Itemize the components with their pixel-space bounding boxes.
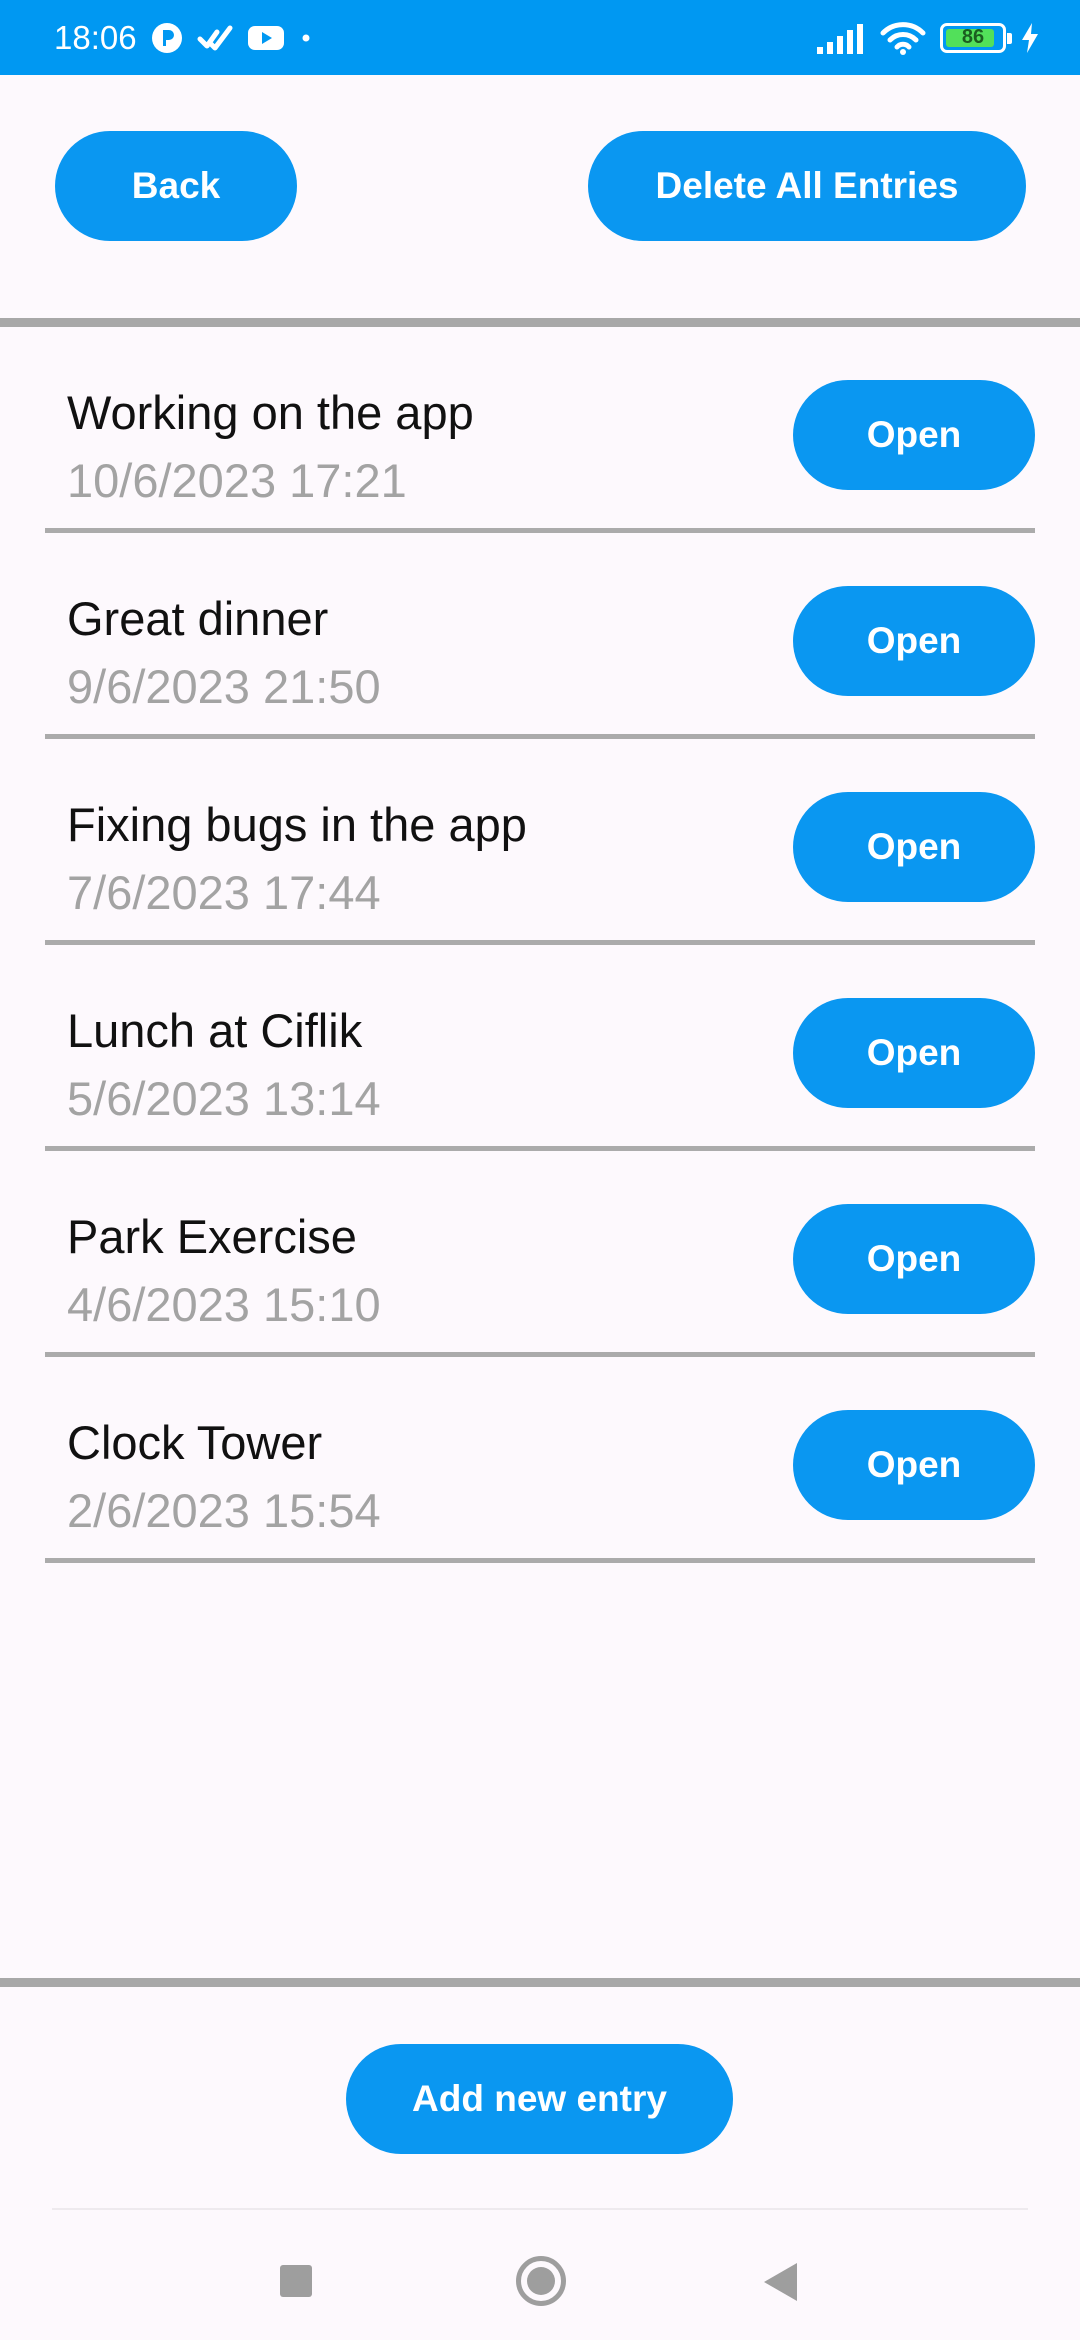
open-entry-button[interactable]: Open [793, 1410, 1035, 1520]
entry-date: 4/6/2023 15:10 [67, 1278, 381, 1331]
entry-date: 2/6/2023 15:54 [67, 1484, 381, 1537]
status-left: 18:06 [54, 19, 313, 57]
open-entry-button[interactable]: Open [793, 380, 1035, 490]
entry-divider [45, 1558, 1035, 1563]
entry-title: Park Exercise [67, 1210, 357, 1263]
list-item: Clock Tower 2/6/2023 15:54 Open [45, 1357, 1035, 1563]
back-triangle-icon[interactable] [764, 2263, 797, 2301]
home-icon[interactable] [516, 2256, 566, 2306]
battery-level: 86 [961, 26, 985, 48]
signal-icon [817, 23, 863, 54]
status-right: 86 [816, 21, 1040, 55]
youtube-icon [247, 25, 284, 50]
entry-title: Clock Tower [67, 1416, 323, 1469]
list-item: Fixing bugs in the app 7/6/2023 17:44 Op… [45, 739, 1035, 945]
open-entry-button[interactable]: Open [793, 792, 1035, 902]
entry-date: 10/6/2023 17:21 [67, 454, 407, 507]
entry-title: Lunch at Ciflik [67, 1004, 363, 1057]
bottom-divider [0, 1978, 1080, 1987]
p-circle-icon [151, 22, 182, 53]
battery-icon: 86 [940, 22, 1012, 53]
check-badge-icon [197, 25, 233, 50]
open-entry-button[interactable]: Open [793, 1204, 1035, 1314]
list-item: Park Exercise 4/6/2023 15:10 Open [45, 1151, 1035, 1357]
entry-date: 9/6/2023 21:50 [67, 660, 381, 713]
status-bar: 18:06 86 [0, 0, 1080, 75]
entry-date: 5/6/2023 13:14 [67, 1072, 381, 1125]
back-button[interactable]: Back [55, 131, 297, 241]
dot-icon [302, 34, 310, 41]
top-divider [0, 318, 1080, 327]
recents-icon[interactable] [280, 2265, 312, 2297]
entry-title: Great dinner [67, 592, 329, 645]
list-item: Working on the app 10/6/2023 17:21 Open [45, 327, 1035, 533]
list-item: Great dinner 9/6/2023 21:50 Open [45, 533, 1035, 739]
entry-title: Fixing bugs in the app [67, 798, 527, 851]
open-entry-button[interactable]: Open [793, 998, 1035, 1108]
add-new-entry-button[interactable]: Add new entry [346, 2044, 733, 2154]
entry-date: 7/6/2023 17:44 [67, 866, 381, 919]
status-time: 18:06 [54, 18, 137, 56]
delete-all-entries-button[interactable]: Delete All Entries [588, 131, 1026, 241]
wifi-icon [880, 21, 926, 55]
system-nav-bar [0, 2210, 1080, 2340]
open-entry-button[interactable]: Open [793, 586, 1035, 696]
entry-title: Working on the app [67, 386, 474, 439]
list-item: Lunch at Ciflik 5/6/2023 13:14 Open [45, 945, 1035, 1151]
charging-bolt-icon [1022, 22, 1038, 53]
